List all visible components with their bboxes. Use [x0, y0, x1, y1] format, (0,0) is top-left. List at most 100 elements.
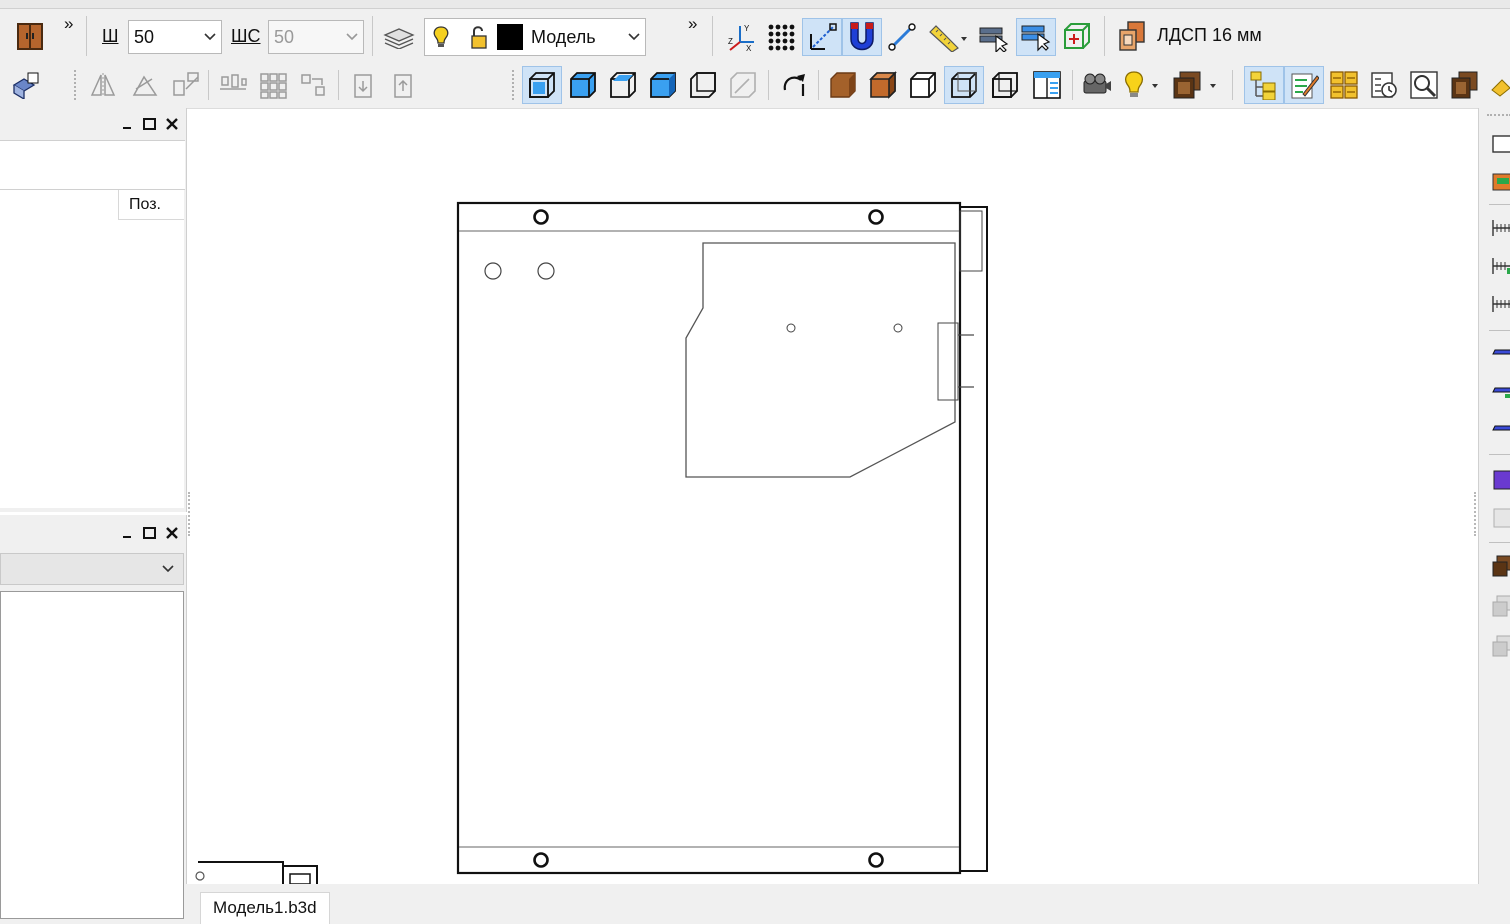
grid-snap-icon[interactable] — [764, 20, 798, 54]
thumbnail-frame — [198, 861, 284, 884]
object-panel-toolbar-area — [0, 140, 185, 190]
menu-bar-edge — [0, 0, 1510, 9]
layer-combo[interactable]: Модель — [424, 18, 646, 56]
confirmat-hole — [533, 209, 549, 225]
distribute-icon — [296, 70, 330, 100]
furniture-disabled-icon — [1491, 634, 1510, 658]
zoom-icon[interactable] — [1406, 68, 1442, 102]
confirmat-hole — [868, 209, 884, 225]
drawing-canvas[interactable] — [194, 108, 1476, 885]
rotate-view-icon[interactable] — [776, 68, 812, 102]
materials-dropdown-icon[interactable] — [1168, 68, 1224, 102]
minimize-icon[interactable] — [120, 116, 136, 132]
toolbar-overflow-chevron[interactable]: » — [64, 14, 73, 34]
drill-hole — [786, 323, 796, 333]
column-header-position[interactable]: Поз. — [118, 190, 184, 220]
width-value: 50 — [134, 27, 155, 47]
bounding-box-icon[interactable] — [1058, 20, 1094, 54]
ruler-icon[interactable] — [924, 20, 970, 54]
object-list[interactable]: Поз. — [0, 190, 184, 508]
document-tab[interactable]: Модель1.b3d — [200, 892, 330, 924]
view-axonometric-icon[interactable] — [724, 66, 762, 104]
properties-selector[interactable] — [0, 553, 184, 585]
object-properties-icon[interactable] — [8, 70, 42, 100]
layers-icon[interactable] — [382, 22, 416, 52]
layer-value: Модель — [531, 27, 596, 47]
snap-to-points-button[interactable] — [802, 18, 842, 56]
lock-open-icon[interactable] — [469, 24, 489, 60]
dimension-icon[interactable] — [1491, 254, 1510, 278]
render-wireframe-button[interactable] — [944, 66, 984, 104]
magnet-icon[interactable] — [842, 18, 882, 56]
render-textured-icon[interactable] — [824, 66, 862, 104]
maximize-icon[interactable] — [142, 525, 158, 541]
step-label: ШС — [231, 26, 261, 46]
mirror-icon — [86, 70, 120, 100]
dimension-icon[interactable] — [1491, 216, 1510, 240]
close-icon[interactable] — [164, 116, 180, 132]
svg-text:X: X — [746, 44, 752, 52]
toolbar-overflow-chevron[interactable]: » — [688, 14, 697, 34]
shelf-icon[interactable] — [1491, 416, 1510, 440]
sheet-icon[interactable] — [1491, 132, 1510, 156]
drill-hole — [893, 323, 903, 333]
coordinate-axes-icon[interactable]: Y Z X — [724, 20, 758, 54]
view-left-icon[interactable] — [604, 66, 642, 104]
width-combo[interactable]: 50 — [128, 20, 222, 54]
right-toolbar — [1478, 108, 1510, 924]
rotate-copy-icon — [128, 70, 162, 100]
svg-text:Y: Y — [744, 24, 750, 33]
view-right-icon[interactable] — [644, 66, 682, 104]
cabinet-drawing[interactable] — [194, 108, 1476, 885]
render-transparent-icon[interactable] — [986, 66, 1024, 104]
minimize-icon[interactable] — [120, 525, 136, 541]
lighting-icon[interactable] — [1118, 68, 1164, 102]
split-view-icon[interactable] — [1028, 66, 1066, 104]
box-icon[interactable] — [1491, 468, 1510, 492]
history-icon[interactable] — [1366, 68, 1402, 102]
material-icon[interactable] — [1114, 18, 1150, 54]
shelf-icon[interactable] — [1491, 378, 1510, 402]
layout-icon[interactable] — [1326, 68, 1362, 102]
layer-color-swatch[interactable] — [497, 24, 523, 50]
thumbnail-frame — [283, 865, 318, 884]
camera-icon[interactable] — [1078, 68, 1114, 102]
align-icon — [216, 70, 250, 100]
panel-add-icon[interactable] — [1491, 170, 1510, 194]
render-hidden-lines-icon[interactable] — [904, 66, 942, 104]
thumbnail-marker — [195, 871, 205, 881]
edit-properties-button[interactable] — [1284, 66, 1324, 104]
furniture-icon[interactable] — [1491, 554, 1510, 578]
material-label[interactable]: ЛДСП 16 мм — [1157, 25, 1262, 45]
step-combo[interactable]: 50 — [268, 20, 364, 54]
view-back-icon[interactable] — [684, 66, 722, 104]
back-panel-insert — [959, 210, 983, 272]
chevron-down-icon — [345, 21, 359, 63]
back-panel — [959, 206, 988, 872]
shelf-pin-hole — [537, 262, 555, 280]
chevron-down-icon — [203, 21, 217, 63]
dimension-icon[interactable] — [1491, 292, 1510, 316]
cabinet-icon[interactable] — [14, 20, 46, 52]
step-value: 50 — [274, 27, 295, 47]
line-snap-icon[interactable] — [884, 20, 920, 54]
object-tree-button[interactable] — [1244, 66, 1284, 104]
select-objects-icon[interactable] — [976, 20, 1012, 54]
lightbulb-icon[interactable] — [431, 25, 451, 59]
shelf-icon[interactable] — [1491, 340, 1510, 364]
properties-panel-titlebar — [0, 515, 186, 547]
toolbar-more-icon[interactable] — [1488, 68, 1510, 102]
properties-panel — [0, 515, 187, 924]
properties-list[interactable] — [0, 591, 184, 919]
view-top-icon[interactable] — [564, 66, 602, 104]
view-front-button[interactable] — [522, 66, 562, 104]
render-shaded-icon[interactable] — [864, 66, 902, 104]
svg-text:Z: Z — [728, 37, 733, 46]
furniture-library-icon[interactable] — [1446, 68, 1482, 102]
select-mode-button[interactable] — [1016, 18, 1056, 56]
maximize-icon[interactable] — [142, 116, 158, 132]
drawer-outline — [685, 242, 956, 478]
cabinet-side-panel — [456, 201, 962, 875]
close-icon[interactable] — [164, 525, 180, 541]
width-label: Ш — [102, 26, 119, 46]
